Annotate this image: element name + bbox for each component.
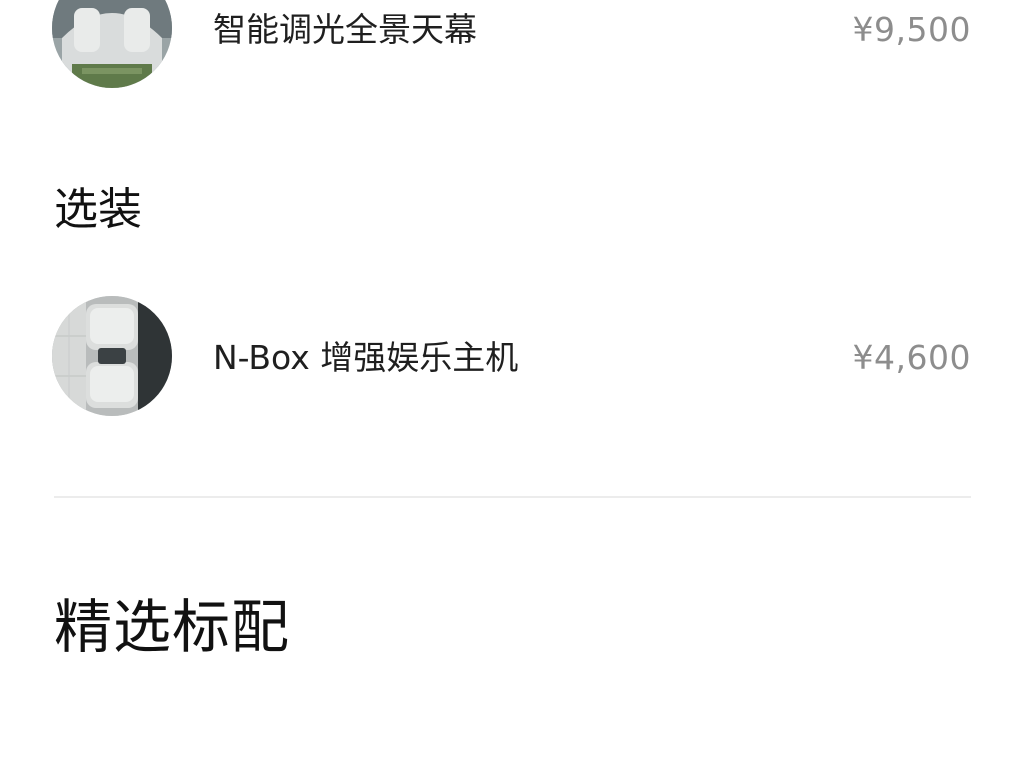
item-price: ¥9,500: [852, 10, 971, 49]
panoramic-sunroof-thumbnail: [52, 0, 172, 88]
featured-section-title: 精选标配: [54, 593, 291, 661]
item-name: N-Box 增强娱乐主机: [213, 338, 519, 377]
list-item[interactable]: N-Box 增强娱乐主机 ¥4,600: [0, 296, 1024, 420]
options-section-title: 选装: [54, 184, 142, 235]
list-item[interactable]: 智能调光全景天幕 ¥9,500: [0, 0, 1024, 92]
item-price: ¥4,600: [852, 338, 971, 377]
section-divider: [54, 496, 971, 498]
item-name: 智能调光全景天幕: [213, 10, 477, 49]
n-box-entertainment-thumbnail: [52, 296, 172, 416]
